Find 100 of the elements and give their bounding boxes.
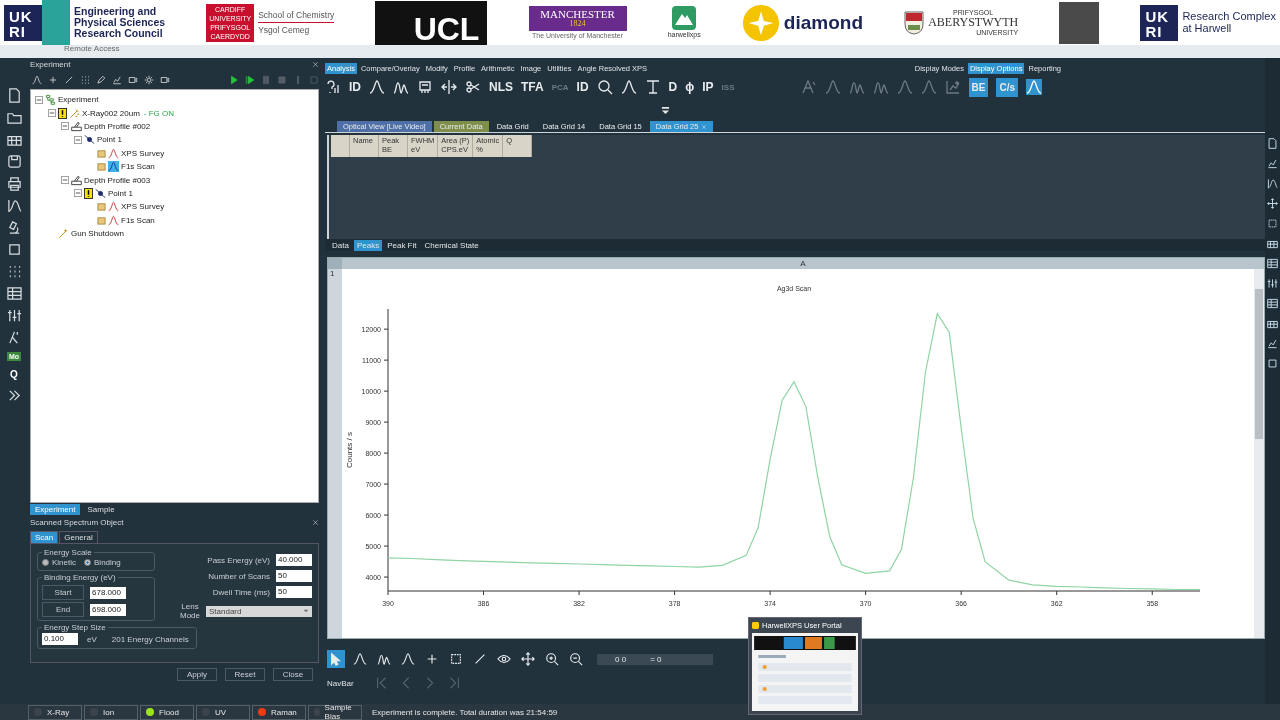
sliders-icon[interactable] — [6, 308, 22, 323]
peak-icon[interactable] — [351, 650, 369, 668]
peak-icon — [108, 214, 119, 226]
collapse-icon[interactable] — [35, 95, 43, 104]
camera-icon[interactable] — [160, 75, 170, 85]
tree-row[interactable]: Depth Profile #003 — [61, 173, 314, 187]
range-button[interactable]: Start — [42, 585, 84, 600]
tree-row[interactable]: XPS Survey — [87, 200, 314, 214]
tab[interactable]: Data — [329, 239, 352, 251]
settings-icon[interactable] — [144, 75, 154, 85]
collapse-icon[interactable] — [61, 122, 69, 131]
zoom-in-icon[interactable] — [543, 650, 561, 668]
dialog-button[interactable]: Apply — [177, 668, 217, 681]
tree-row[interactable]: Experiment — [35, 93, 314, 107]
tree-row[interactable]: F1s Scan — [87, 159, 314, 174]
indicator-button[interactable]: Ion — [84, 704, 138, 720]
range-button[interactable]: End — [42, 602, 84, 617]
tab[interactable]: Peak Fit — [384, 239, 420, 251]
collapse-icon[interactable] — [48, 109, 56, 118]
tool-button[interactable]: TFA — [521, 80, 544, 94]
curve-icon[interactable] — [1267, 178, 1278, 189]
lens-mode-dropdown[interactable]: Standard — [206, 605, 312, 617]
table-icon[interactable] — [1267, 258, 1278, 269]
tree-row[interactable]: F1s Scan — [87, 213, 314, 227]
tab[interactable]: Chemical State — [421, 239, 482, 251]
radio-button[interactable]: Binding — [84, 558, 121, 567]
table-icon[interactable] — [1267, 298, 1278, 309]
frame-icon[interactable] — [6, 242, 22, 257]
close-icon[interactable] — [312, 519, 319, 526]
input-field[interactable]: 0.100 — [42, 633, 78, 645]
input-field[interactable]: 678.000 — [90, 586, 126, 599]
tool-button[interactable]: D — [668, 80, 678, 94]
input-field[interactable]: 40.000 — [276, 554, 312, 566]
grid-icon[interactable] — [1267, 238, 1278, 249]
peak-icon[interactable] — [399, 650, 417, 668]
curve-icon[interactable] — [6, 198, 22, 213]
search-icon[interactable] — [596, 79, 613, 95]
peak-icon — [108, 147, 119, 159]
folder-icon[interactable] — [6, 110, 22, 125]
indicator-button[interactable]: Raman — [252, 704, 306, 720]
camera-icon[interactable] — [128, 75, 138, 85]
input-field[interactable]: 50 — [276, 586, 312, 598]
split-icon[interactable] — [441, 79, 457, 95]
grid-icon[interactable] — [1267, 318, 1278, 329]
tree-row[interactable]: Gun Shutdown — [48, 226, 314, 241]
tool-button[interactable]: ID — [576, 80, 589, 94]
chart-icon[interactable] — [1267, 338, 1278, 349]
dots-icon[interactable] — [80, 75, 90, 85]
indicator-button[interactable]: Flood — [140, 704, 194, 720]
tab[interactable]: Sample — [82, 504, 120, 515]
dialog-button[interactable]: Close — [273, 668, 313, 681]
radio-button[interactable]: Kinetic — [42, 558, 76, 567]
help-chart-icon[interactable] — [325, 79, 341, 95]
bracket-icon[interactable] — [644, 79, 661, 95]
tree-row[interactable]: Point 1 — [74, 133, 314, 147]
tool-button[interactable]: ϕ — [685, 80, 695, 94]
tree-row[interactable]: Point 1 — [74, 186, 314, 201]
collapse-ribbon-icon[interactable] — [660, 105, 670, 115]
line-icon[interactable] — [64, 75, 74, 85]
input-field[interactable]: 50 — [276, 570, 312, 582]
indicator-button[interactable]: X-Ray — [28, 704, 82, 720]
dialog-button[interactable]: Reset — [225, 668, 265, 681]
collapse-icon[interactable] — [74, 135, 82, 144]
table-icon[interactable] — [6, 286, 22, 301]
save-icon[interactable] — [6, 154, 22, 169]
tree-row[interactable]: Depth Profile #002 — [61, 119, 314, 134]
play-step-icon[interactable] — [245, 75, 255, 85]
plus-icon[interactable] — [48, 75, 58, 85]
tool-button[interactable]: Q — [8, 368, 20, 381]
document-icon[interactable] — [6, 88, 22, 103]
tree-row[interactable]: X-Ray002 20um - FG ON — [48, 106, 314, 120]
collapse-icon[interactable] — [74, 189, 82, 198]
scrollbar-thumb[interactable] — [1255, 289, 1263, 439]
chart-add-icon[interactable] — [944, 79, 961, 95]
tool-button[interactable]: NLS — [489, 80, 513, 94]
sliders-icon[interactable] — [1267, 278, 1278, 289]
chart-icon[interactable] — [112, 75, 122, 85]
input-field[interactable]: 698.000 — [90, 603, 126, 616]
tree-row[interactable]: XPS Survey — [87, 146, 314, 160]
close-icon[interactable] — [312, 61, 319, 68]
move-icon[interactable] — [1267, 198, 1278, 209]
indicator-button[interactable]: UV — [196, 704, 250, 720]
box-icon — [97, 148, 106, 158]
document-icon[interactable] — [1267, 138, 1278, 149]
tool-button[interactable]: IP — [702, 80, 714, 94]
collapse-icon[interactable] — [61, 176, 69, 185]
scissors-icon[interactable] — [465, 79, 481, 95]
zoom-out-icon[interactable] — [567, 650, 585, 668]
chart-icon[interactable] — [1267, 158, 1278, 169]
square-icon[interactable] — [1267, 218, 1278, 229]
pencil-icon[interactable] — [96, 75, 106, 85]
play-icon[interactable] — [229, 75, 239, 85]
cursor-icon[interactable] — [327, 650, 345, 668]
letter-a-icon[interactable] — [800, 79, 817, 95]
microscope-icon[interactable] — [6, 220, 22, 235]
move-icon[interactable] — [519, 650, 537, 668]
chip-icon[interactable] — [417, 79, 433, 95]
tool-button[interactable]: ID — [349, 80, 361, 94]
indicator-button[interactable]: Sample Bias — [308, 704, 362, 720]
printer-icon[interactable] — [6, 176, 22, 191]
